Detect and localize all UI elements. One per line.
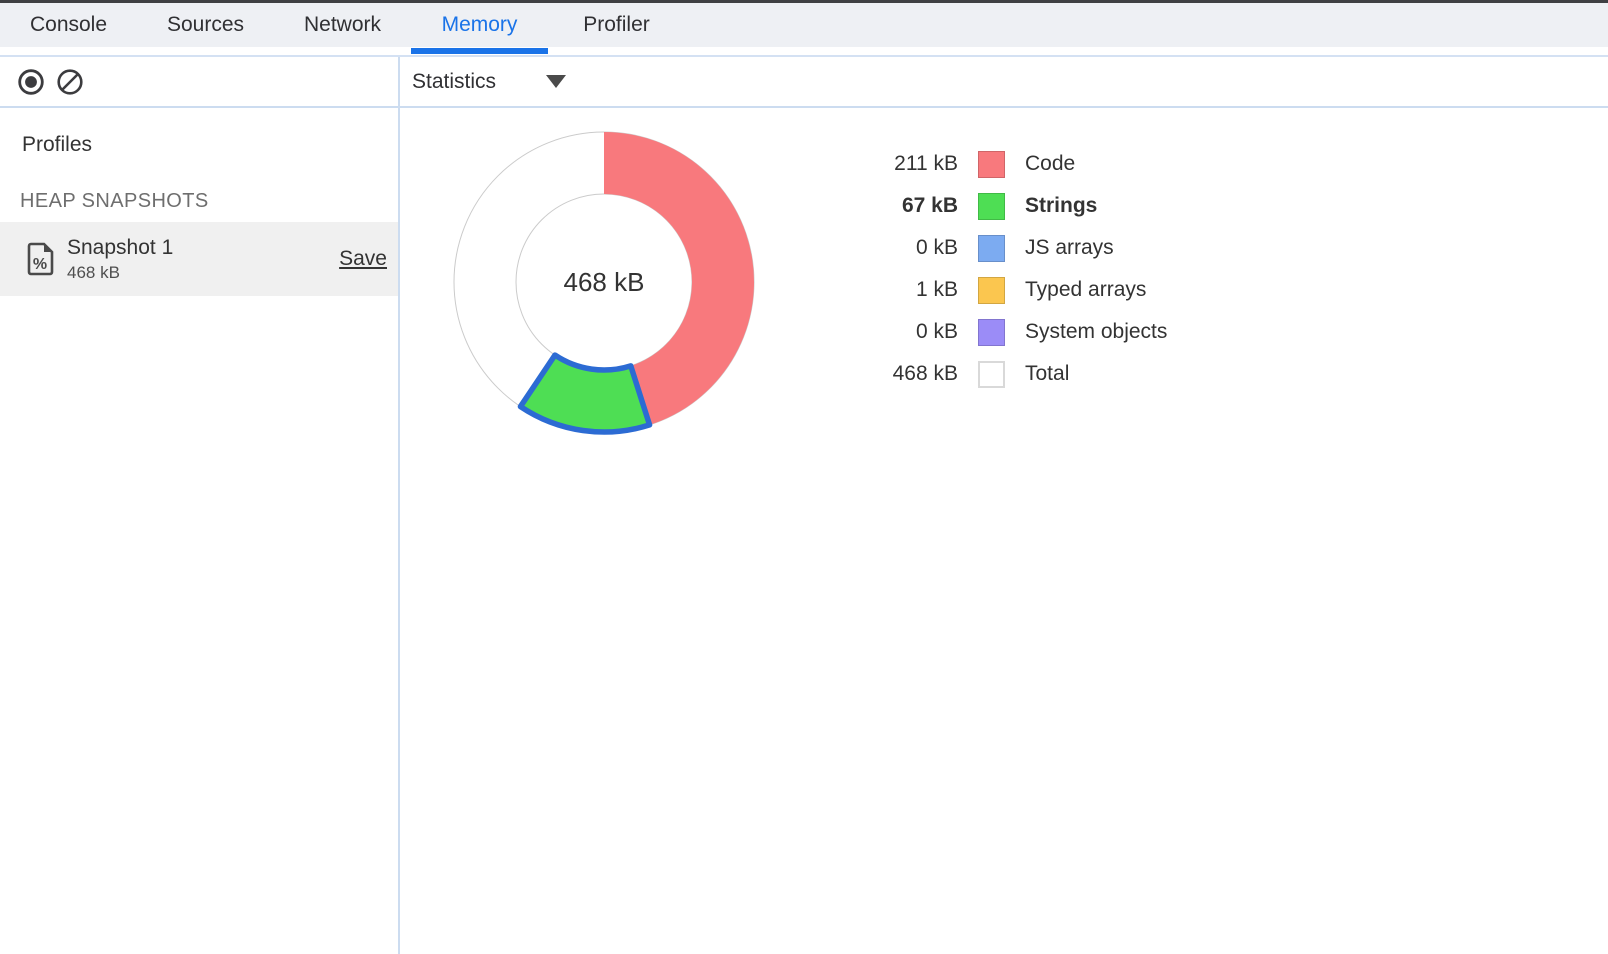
legend-label: Strings [1025,194,1097,218]
record-heap-snapshot-button[interactable] [17,68,45,96]
snapshot-save-link[interactable]: Save [339,247,387,271]
legend-value: 0 kB [860,320,958,344]
svg-text:%: % [33,256,47,273]
legend-value: 67 kB [860,194,958,218]
legend-label: System objects [1025,320,1167,344]
legend-row-js-arrays[interactable]: 0 kB JS arrays [860,227,1167,269]
heap-statistics-pie-chart: 468 kB [434,112,774,452]
legend-label: JS arrays [1025,236,1114,260]
snapshot-size: 468 kB [67,263,173,283]
pie-legend: 211 kB Code 67 kB Strings 0 kB JS arrays 1 kB T… [860,143,1167,395]
statistics-toolbar: Statistics [400,57,1608,108]
legend-label: Typed arrays [1025,278,1146,302]
profiles-heading: Profiles [0,133,398,157]
legend-value: 211 kB [860,152,958,176]
tab-memory[interactable]: Memory [411,3,548,47]
clear-icon [56,68,84,96]
memory-main-pane: Statistics 468 kB 211 kB Code 67 kB Strings… [400,57,1608,954]
snapshot-item[interactable]: % Snapshot 1 468 kB Save [0,222,398,296]
pie-center-label: 468 kB [564,267,645,297]
legend-row-total[interactable]: 468 kB Total [860,353,1167,395]
tab-console[interactable]: Console [0,3,137,47]
legend-swatch [978,151,1005,178]
legend-row-typed-arrays[interactable]: 1 kB Typed arrays [860,269,1167,311]
legend-swatch [978,193,1005,220]
legend-value: 468 kB [860,362,958,386]
tab-network[interactable]: Network [274,3,411,47]
perspective-select[interactable]: Statistics [412,70,566,94]
legend-row-system-objects[interactable]: 0 kB System objects [860,311,1167,353]
profiles-toolbar [0,57,398,108]
legend-label: Code [1025,152,1075,176]
legend-swatch [978,319,1005,346]
legend-label: Total [1025,362,1069,386]
tab-profiler[interactable]: Profiler [548,3,685,47]
heap-snapshot-icon: % [27,242,54,276]
legend-swatch [978,235,1005,262]
perspective-label: Statistics [412,70,496,94]
clear-profiles-button[interactable] [56,68,84,96]
legend-row-strings[interactable]: 67 kB Strings [860,185,1167,227]
legend-row-code[interactable]: 211 kB Code [860,143,1167,185]
legend-swatch [978,277,1005,304]
record-icon [17,68,45,96]
profiles-sidebar: Profiles HEAP SNAPSHOTS % Snapshot 1 468 k… [0,57,398,954]
legend-swatch [978,361,1005,388]
snapshot-list: % Snapshot 1 468 kB Save [0,222,398,296]
legend-value: 0 kB [860,236,958,260]
snapshot-text: Snapshot 1 468 kB [67,236,173,283]
legend-value: 1 kB [860,278,958,302]
statistics-chart-area: 468 kB 211 kB Code 67 kB Strings 0 kB JS arra… [400,108,1608,952]
heap-snapshots-section-header: HEAP SNAPSHOTS [0,190,398,213]
devtools-tabbar: ConsoleSourcesNetworkMemoryProfiler [0,3,1608,47]
tab-sources[interactable]: Sources [137,3,274,47]
snapshot-name: Snapshot 1 [67,236,173,260]
chevron-down-icon [546,75,566,88]
